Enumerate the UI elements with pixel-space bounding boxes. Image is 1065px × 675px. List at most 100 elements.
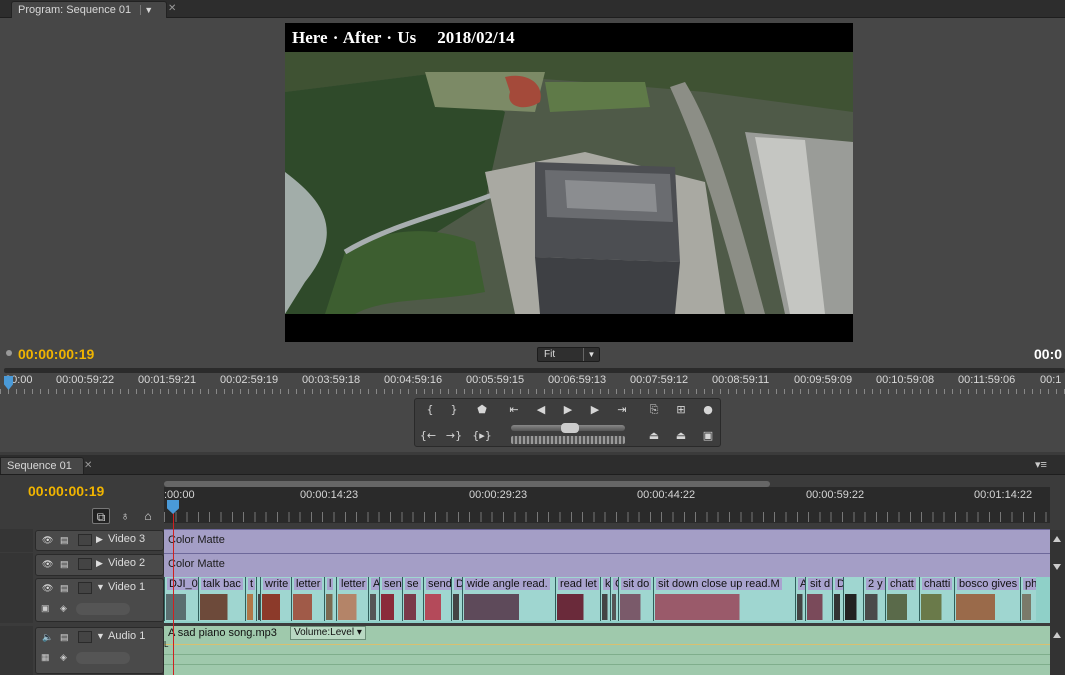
- waveform-icon[interactable]: ▦: [41, 652, 53, 664]
- video-clip[interactable]: talk bac: [198, 577, 245, 621]
- video-clip[interactable]: C: [610, 577, 618, 621]
- lift-icon[interactable]: ⏏: [643, 427, 665, 445]
- video-clip[interactable]: [843, 577, 863, 621]
- play-icon[interactable]: ▶: [557, 401, 579, 419]
- close-icon[interactable]: ✕: [168, 3, 176, 14]
- set-encore-marker-icon[interactable]: ♁: [116, 508, 134, 524]
- program-timecode[interactable]: 00:00:00:19: [18, 346, 94, 362]
- tab-sequence-01[interactable]: Sequence 01: [0, 457, 84, 474]
- track-lock-toggle[interactable]: [78, 631, 92, 643]
- zoom-level-select[interactable]: Fit ▼: [537, 347, 600, 362]
- video-clip[interactable]: k: [600, 577, 610, 621]
- video-clip[interactable]: D: [451, 577, 462, 621]
- video-clip[interactable]: chatti: [919, 577, 954, 621]
- scroll-down-icon[interactable]: [1053, 564, 1061, 570]
- keyframe-icon[interactable]: ◈: [60, 652, 72, 664]
- track-lane-audio1[interactable]: A sad piano song.mp3 Volume:Level ▾ L: [164, 626, 1050, 675]
- keyframe-navigator[interactable]: [76, 652, 130, 664]
- speaker-icon[interactable]: 🔈: [42, 632, 54, 642]
- track-lock-toggle[interactable]: [78, 534, 92, 546]
- program-scrub-bar[interactable]: [4, 368, 1065, 373]
- scroll-up-icon[interactable]: [1053, 632, 1061, 638]
- extract-icon[interactable]: ⏏: [670, 427, 692, 445]
- eye-icon[interactable]: 👁: [42, 583, 54, 593]
- display-style-icon[interactable]: ▣: [41, 603, 53, 615]
- go-to-out-icon[interactable]: ⇥: [611, 401, 633, 419]
- panel-menu-icon[interactable]: ▾≡: [1035, 458, 1047, 471]
- sync-lock-icon[interactable]: ▤: [60, 559, 72, 569]
- go-to-in-icon[interactable]: ⇤: [503, 401, 525, 419]
- video-clip[interactable]: bosco gives: [954, 577, 1020, 621]
- clip-thumbnail: [602, 594, 610, 620]
- sync-lock-icon[interactable]: ▤: [60, 535, 72, 545]
- sequence-time-ruler[interactable]: :00:00 00:00:14:23 00:00:29:23 00:00:44:…: [164, 487, 1050, 523]
- expand-arrow-icon[interactable]: ▶: [96, 558, 103, 569]
- video-preview[interactable]: Here · After · Us 2018/02/14: [285, 23, 853, 342]
- video-clip[interactable]: 2 y: [863, 577, 885, 621]
- add-marker-icon[interactable]: ⌂: [139, 508, 157, 524]
- sync-lock-icon[interactable]: ▤: [60, 632, 72, 642]
- sync-lock-icon[interactable]: ▤: [60, 583, 72, 593]
- clip-thumbnail: [557, 594, 600, 620]
- expand-arrow-icon[interactable]: ▼: [96, 582, 105, 592]
- output-icon[interactable]: ●: [697, 401, 719, 419]
- chevron-down-icon[interactable]: ▼: [140, 5, 156, 15]
- video-clip[interactable]: sen: [379, 577, 402, 621]
- safe-margins-icon[interactable]: ⊞: [670, 401, 692, 419]
- video-clip[interactable]: sit d: [805, 577, 832, 621]
- video-clip[interactable]: read let: [555, 577, 600, 621]
- video-clip[interactable]: write: [260, 577, 291, 621]
- keyframe-navigator[interactable]: [76, 603, 130, 615]
- video-clip[interactable]: wide angle read.: [462, 577, 555, 621]
- export-frame-icon[interactable]: ▣: [697, 427, 719, 445]
- sequence-timecode[interactable]: 00:00:00:19: [28, 483, 104, 499]
- track-lane-video1[interactable]: DJI_0talk bactwriteletterlletterAsensese…: [164, 577, 1050, 623]
- track-lock-toggle[interactable]: [78, 558, 92, 570]
- clip-label: letter: [339, 578, 368, 590]
- video-clip[interactable]: se: [402, 577, 423, 621]
- video-clip[interactable]: t: [245, 577, 256, 621]
- volume-rubberband[interactable]: [164, 644, 1050, 645]
- track-lane-video3[interactable]: Color Matte: [164, 529, 1050, 553]
- play-around-icon[interactable]: {▸}: [471, 427, 493, 445]
- mark-out-icon[interactable]: }: [443, 401, 465, 419]
- snap-icon[interactable]: ⧉: [92, 508, 110, 524]
- volume-level-dropdown[interactable]: Volume:Level ▾: [290, 626, 366, 640]
- video-clip[interactable]: sit do: [618, 577, 653, 621]
- video-clip[interactable]: sit down close up read.M: [653, 577, 795, 621]
- insert-icon[interactable]: ⎘: [643, 401, 665, 419]
- video-clip[interactable]: letter: [336, 577, 368, 621]
- expand-arrow-icon[interactable]: ▶: [96, 534, 103, 545]
- video-clip[interactable]: letter: [291, 577, 324, 621]
- video-clip[interactable]: A: [368, 577, 379, 621]
- loop-icon[interactable]: →}: [443, 427, 465, 445]
- video-clip[interactable]: send: [423, 577, 451, 621]
- tab-program-sequence[interactable]: Program: Sequence 01 ▼: [11, 1, 167, 18]
- video-clip[interactable]: l: [324, 577, 336, 621]
- video-clip[interactable]: ph: [1020, 577, 1036, 621]
- track-lock-toggle[interactable]: [78, 582, 92, 594]
- step-back-icon[interactable]: ◀: [530, 401, 552, 419]
- step-forward-icon[interactable]: ▶: [584, 401, 606, 419]
- eye-icon[interactable]: 👁: [42, 559, 54, 569]
- video-clip[interactable]: D: [832, 577, 843, 621]
- scroll-up-icon[interactable]: [1053, 536, 1061, 542]
- video-clip[interactable]: chatt: [885, 577, 919, 621]
- clip-thumbnail: [166, 594, 198, 620]
- keyframe-icon[interactable]: ◈: [60, 603, 72, 615]
- expand-arrow-icon[interactable]: ▼: [96, 631, 105, 641]
- video-clip[interactable]: A: [795, 577, 805, 621]
- timeline-vertical-scrollbar[interactable]: [1050, 530, 1065, 675]
- ruler-label: 00:00:14:23: [300, 489, 359, 501]
- mark-in-icon[interactable]: {: [419, 401, 441, 419]
- video-clip[interactable]: DJI_0: [164, 577, 198, 621]
- program-time-ruler[interactable]: 00:00 00:00:59:22 00:01:59:21 00:02:59:1…: [0, 374, 1065, 394]
- shuttle-wheel[interactable]: [511, 436, 625, 444]
- jog-knob[interactable]: [561, 423, 579, 433]
- play-in-to-out-icon[interactable]: {←: [417, 427, 439, 445]
- eye-icon[interactable]: 👁: [42, 535, 54, 545]
- close-icon[interactable]: ✕: [84, 460, 92, 471]
- clip-label: sit d: [808, 578, 832, 590]
- marker-icon[interactable]: ⬟: [471, 401, 493, 419]
- track-lane-video2[interactable]: Color Matte: [164, 553, 1050, 577]
